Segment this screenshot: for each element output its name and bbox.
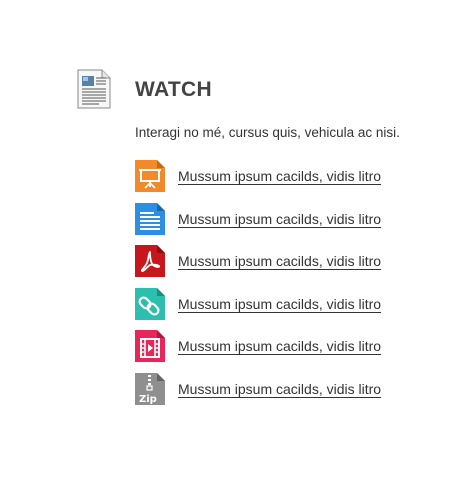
pdf-file-icon — [135, 245, 165, 277]
list-item: Mussum ipsum cacilds, vidis litro — [135, 245, 381, 277]
file-link-zip[interactable]: Mussum ipsum cacilds, vidis litro — [178, 381, 381, 397]
file-link-link[interactable]: Mussum ipsum cacilds, vidis litro — [178, 296, 381, 312]
file-link-document[interactable]: Mussum ipsum cacilds, vidis litro — [178, 211, 381, 227]
link-file-icon — [135, 287, 165, 320]
file-list: Mussum ipsum cacilds, vidis litro Mussum… — [135, 160, 381, 415]
list-item: Mussum ipsum cacilds, vidis litro — [135, 160, 381, 192]
file-link-presentation[interactable]: Mussum ipsum cacilds, vidis litro — [178, 168, 381, 184]
list-item: Mussum ipsum cacilds, vidis litro — [135, 330, 381, 362]
list-item: Mussum ipsum cacilds, vidis litro — [135, 202, 381, 235]
page-title: WATCH — [135, 78, 212, 101]
video-file-icon — [135, 330, 165, 362]
presentation-file-icon — [135, 160, 165, 192]
zip-file-icon: Zip — [135, 372, 165, 405]
document-icon — [77, 69, 111, 109]
svg-text:Zip: Zip — [139, 394, 157, 405]
list-item: Mussum ipsum cacilds, vidis litro — [135, 287, 381, 320]
page-description: Interagi no mé, cursus quis, vehicula ac… — [135, 125, 400, 140]
list-item: Zip Mussum ipsum cacilds, vidis litro — [135, 372, 381, 405]
text-document-file-icon — [135, 202, 165, 235]
file-link-video[interactable]: Mussum ipsum cacilds, vidis litro — [178, 338, 381, 354]
file-link-pdf[interactable]: Mussum ipsum cacilds, vidis litro — [178, 253, 381, 269]
